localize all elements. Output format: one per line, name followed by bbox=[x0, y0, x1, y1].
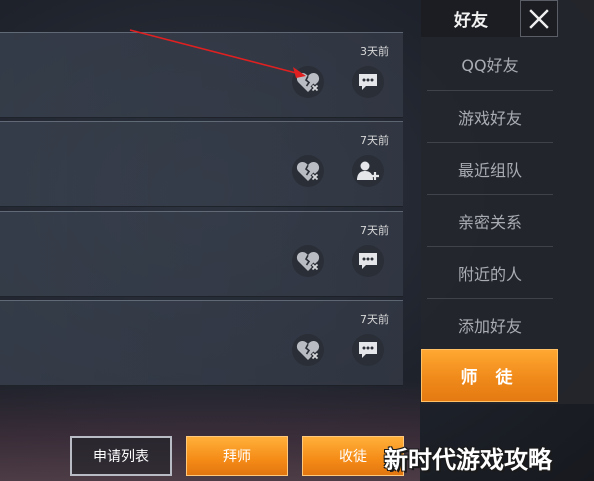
broken-heart-icon[interactable] bbox=[292, 66, 324, 98]
last-online-time: 3天前 bbox=[360, 45, 389, 58]
sidebar-item-add-friend[interactable]: 添加好友 bbox=[427, 298, 553, 350]
sidebar-item-nearby[interactable]: 附近的人 bbox=[427, 246, 553, 298]
apply-list-button[interactable]: 申请列表 bbox=[70, 436, 172, 476]
sidebar-item-qq-friends[interactable]: QQ好友 bbox=[427, 38, 553, 90]
friend-row[interactable]: 7天前 bbox=[0, 211, 403, 297]
sidebar-item-game-friends[interactable]: 游戏好友 bbox=[427, 90, 553, 142]
friend-row[interactable]: 7天前 bbox=[0, 121, 403, 207]
find-master-button[interactable]: 拜师 bbox=[186, 436, 288, 476]
broken-heart-icon[interactable] bbox=[292, 334, 324, 366]
sidebar-title: 好友 bbox=[421, 0, 521, 37]
chat-icon[interactable] bbox=[352, 245, 384, 277]
last-online-time: 7天前 bbox=[360, 224, 389, 237]
add-friend-icon[interactable] bbox=[352, 155, 384, 187]
last-online-time: 7天前 bbox=[360, 134, 389, 147]
last-online-time: 7天前 bbox=[360, 313, 389, 326]
sidebar-item-recent-team[interactable]: 最近组队 bbox=[427, 142, 553, 194]
chat-icon[interactable] bbox=[352, 66, 384, 98]
watermark: 新时代游戏攻略 bbox=[384, 446, 552, 474]
broken-heart-icon[interactable] bbox=[292, 245, 324, 277]
chat-icon[interactable] bbox=[352, 334, 384, 366]
friend-row[interactable]: 7天前 bbox=[0, 300, 403, 386]
friend-row[interactable]: 3天前 bbox=[0, 32, 403, 118]
sidebar-item-mentorship[interactable]: 师 徒 bbox=[421, 349, 558, 402]
sidebar-item-intimate[interactable]: 亲密关系 bbox=[427, 194, 553, 246]
broken-heart-icon[interactable] bbox=[292, 155, 324, 187]
close-icon[interactable] bbox=[520, 0, 558, 37]
